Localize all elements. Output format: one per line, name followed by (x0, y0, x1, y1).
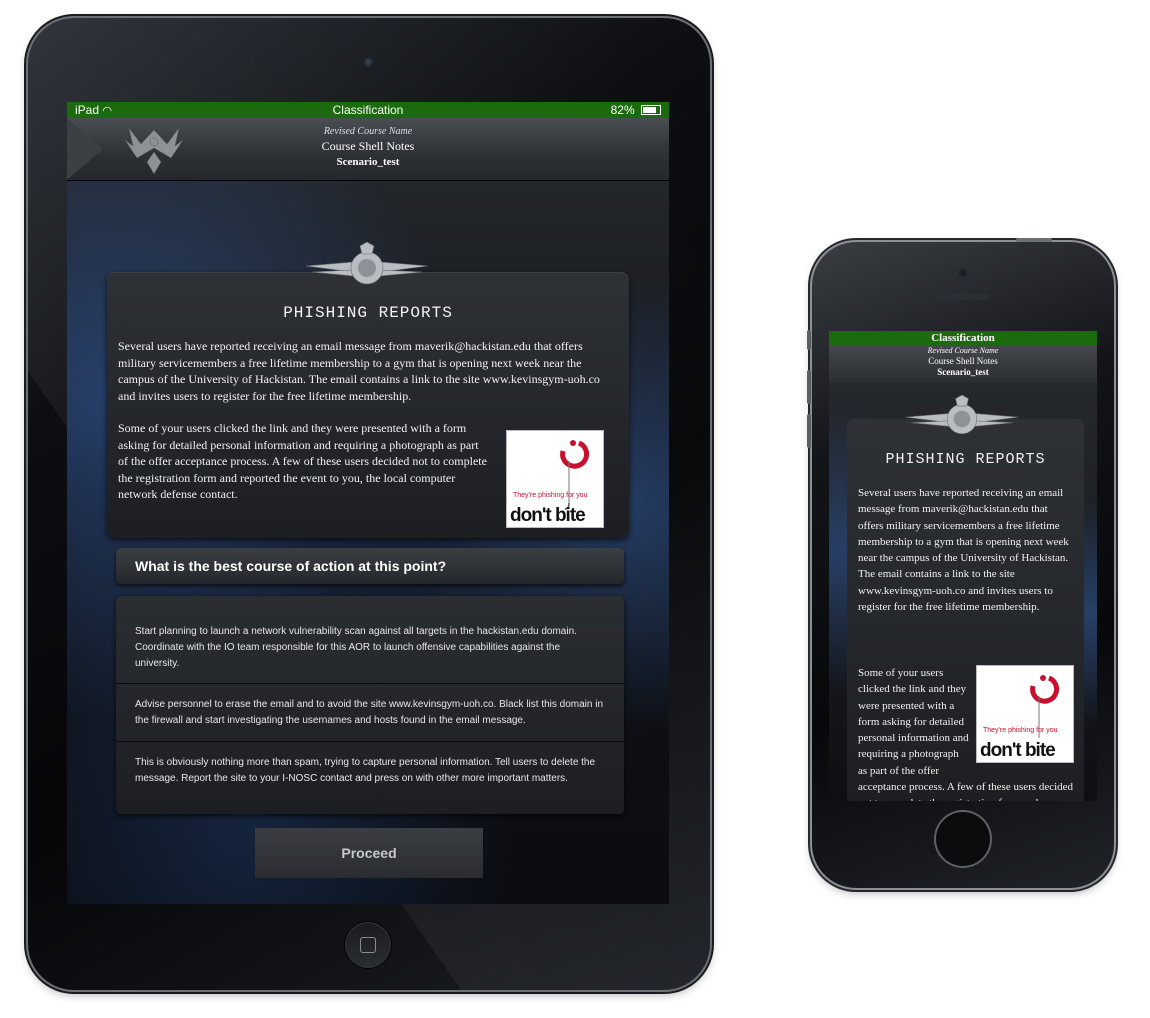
phone-revised-course-name: Revised Course Name (927, 346, 999, 355)
phone-dont-bite-image: They're phishing for you don't bite (976, 665, 1074, 763)
classification-label: Classification (332, 103, 404, 117)
dont-bite-image: They're phishing for you don't bite (506, 430, 604, 528)
iphone-volume-up (807, 370, 811, 404)
iphone-volume-down (807, 414, 811, 448)
battery-status: 82% (611, 102, 661, 118)
pilot-wings-emblem-icon (305, 242, 429, 285)
image-small-caption: They're phishing for you (513, 492, 588, 499)
phone-course-header: Revised Course Name Course Shell Notes S… (829, 345, 1097, 383)
scenario-name: Scenario_test (336, 156, 400, 168)
ipad-home-button[interactable] (345, 922, 391, 968)
scenario-paragraph-2: Some of your users clicked the link and … (118, 421, 487, 501)
phone-image-large-caption: don't bite (980, 740, 1055, 761)
question-bar: What is the best course of action at thi… (116, 548, 624, 584)
iphone-mute-switch (807, 330, 811, 350)
scenario-paragraph-1: Several users have reported receiving an… (118, 339, 600, 403)
revised-course-name: Revised Course Name (323, 126, 413, 137)
ipad-screen: iPad ◠ Classification 82% Revised Course… (67, 102, 669, 904)
answer-option-2[interactable]: Advise personnel to erase the email and … (116, 685, 624, 742)
phone-scenario-card: PHISHING REPORTS Several users have repo… (847, 419, 1084, 801)
card-title: PHISHING REPORTS (283, 304, 453, 322)
answer-option-3[interactable]: This is obviously nothing more than spam… (116, 743, 624, 814)
ipad-camera (364, 58, 374, 68)
course-header: Revised Course Name Course Shell Notes S… (67, 118, 669, 181)
course-title: Course Shell Notes (321, 139, 415, 153)
phone-scenario-paragraph-1: Several users have reported receiving an… (858, 487, 1069, 614)
phone-status-bar: Classification (829, 331, 1097, 345)
iphone-home-button[interactable] (936, 812, 990, 866)
iphone-camera (959, 269, 967, 277)
answer-list: Start planning to launch a network vulne… (116, 596, 624, 814)
status-bar: iPad ◠ Classification 82% (67, 102, 669, 118)
phone-image-small-caption: They're phishing for you (983, 727, 1058, 734)
iphone-speaker (936, 294, 990, 300)
battery-icon (641, 105, 661, 115)
phone-pilot-wings-emblem-icon (905, 395, 1019, 435)
answer-option-1[interactable]: Start planning to launch a network vulne… (116, 596, 624, 684)
header-text: Revised Course Name Course Shell Notes S… (67, 126, 669, 168)
proceed-button[interactable]: Proceed (255, 828, 483, 878)
phone-course-title: Course Shell Notes (928, 356, 998, 366)
iphone-power-button (1016, 238, 1052, 242)
ipad-device: iPad ◠ Classification 82% Revised Course… (28, 18, 710, 990)
scenario-card: PHISHING REPORTS Several users have repo… (107, 272, 629, 538)
phone-paragraph-2-wrap: They're phishing for you don't bite Some… (858, 665, 1074, 801)
phone-card-title: PHISHING REPORTS (885, 451, 1046, 468)
battery-percent: 82% (610, 103, 635, 117)
iphone-screen: Classification Revised Course Name Cours… (829, 331, 1097, 801)
phone-scenario-name: Scenario_test (937, 367, 989, 377)
iphone-device: Classification Revised Course Name Cours… (807, 238, 1114, 888)
image-large-caption: don't bite (510, 505, 585, 526)
